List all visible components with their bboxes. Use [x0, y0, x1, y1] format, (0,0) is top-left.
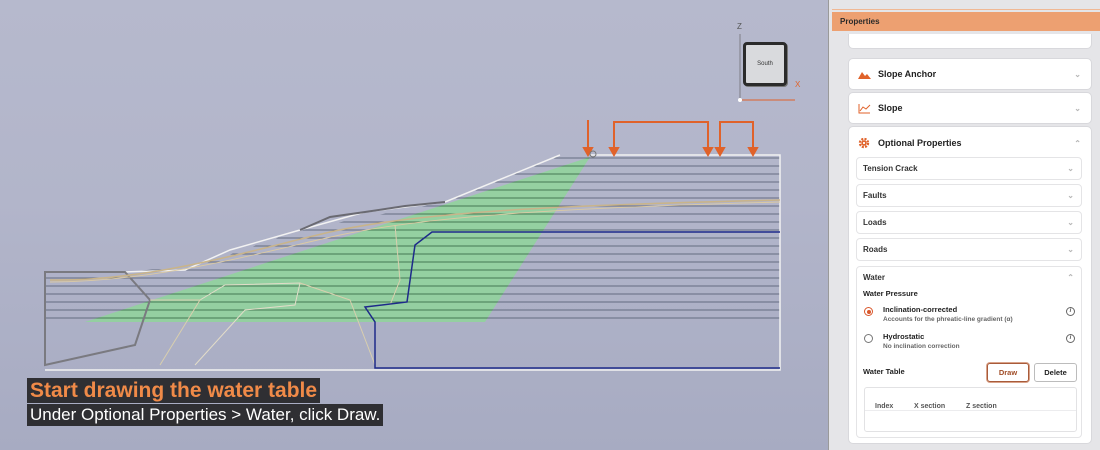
section-label: Faults: [863, 191, 887, 200]
surface-loads: [582, 120, 759, 158]
option-label: Hydrostatic: [883, 332, 925, 341]
water-table-label: Water Table: [863, 367, 905, 376]
caption-subtitle: Under Optional Properties > Water, click…: [27, 404, 384, 426]
panel-title: Properties: [832, 9, 1100, 31]
cube-face-south[interactable]: South: [743, 42, 787, 86]
info-icon[interactable]: i: [1066, 307, 1075, 316]
water-table-grid[interactable]: Index X section Z section: [864, 387, 1077, 432]
collapsed-card-top: [848, 34, 1092, 49]
chevron-down-icon: ⌄: [1067, 245, 1074, 254]
card-label-optional: Optional Properties: [878, 138, 962, 148]
draw-button[interactable]: Draw: [987, 363, 1029, 382]
option-label: Inclination-corrected: [883, 305, 958, 314]
info-icon[interactable]: i: [1066, 334, 1075, 343]
section-faults[interactable]: Faults ⌄: [856, 184, 1082, 207]
card-slope-anchor[interactable]: Slope Anchor ⌄: [848, 58, 1092, 90]
card-label-slope-anchor: Slope Anchor: [878, 69, 937, 79]
section-label[interactable]: Water: [863, 273, 885, 282]
section-water: Water ⌃ Water Pressure Inclination-corre…: [856, 266, 1082, 438]
axis-z-label: Z: [737, 22, 742, 31]
tutorial-caption: Start drawing the water table Under Opti…: [27, 378, 384, 426]
chevron-down-icon: ⌄: [1074, 69, 1081, 79]
radio-hydrostatic[interactable]: [864, 334, 873, 343]
delete-button[interactable]: Delete: [1034, 363, 1077, 382]
section-tension-crack[interactable]: Tension Crack ⌄: [856, 157, 1082, 180]
chevron-down-icon: ⌄: [1067, 164, 1074, 173]
line-chart-icon: [858, 102, 872, 114]
chevron-down-icon: ⌄: [1067, 218, 1074, 227]
section-label: Roads: [863, 245, 888, 254]
column-header-x-section: X section: [914, 403, 946, 410]
section-roads[interactable]: Roads ⌄: [856, 238, 1082, 261]
optional-properties-header[interactable]: Optional Properties ⌃: [849, 127, 1091, 159]
section-label: Tension Crack: [863, 164, 918, 173]
chevron-down-icon: ⌄: [1074, 103, 1081, 113]
card-optional-properties: Optional Properties ⌃ Tension Crack ⌄ Fa…: [848, 126, 1092, 444]
chevron-up-icon: ⌃: [1074, 138, 1081, 148]
radio-inclination-corrected[interactable]: [864, 307, 873, 316]
section-loads[interactable]: Loads ⌄: [856, 211, 1082, 234]
water-pressure-label: Water Pressure: [863, 289, 918, 298]
navigation-cube[interactable]: Z South X: [735, 22, 815, 102]
option-desc: No inclination correction: [883, 343, 960, 350]
chevron-down-icon: ⌄: [1067, 191, 1074, 200]
card-label-slope: Slope: [878, 103, 903, 113]
gear-icon: [858, 137, 872, 149]
properties-panel: Properties Slope Anchor ⌄ Slope ⌄ Option…: [828, 0, 1100, 450]
anchor-point: [589, 150, 597, 158]
column-header-z-section: Z section: [966, 403, 997, 410]
column-header-index: Index: [875, 403, 894, 410]
caption-title: Start drawing the water table: [27, 378, 321, 403]
chevron-up-icon: ⌃: [1067, 273, 1074, 282]
axis-x-label: X: [795, 80, 801, 89]
option-desc: Accounts for the phreatic-line gradient …: [883, 316, 1013, 323]
3d-viewport[interactable]: Z South X Start drawing the water table …: [0, 0, 828, 450]
table-divider: [865, 410, 1076, 411]
terrain-icon: [858, 68, 872, 80]
card-slope[interactable]: Slope ⌄: [848, 92, 1092, 124]
section-label: Loads: [863, 218, 887, 227]
